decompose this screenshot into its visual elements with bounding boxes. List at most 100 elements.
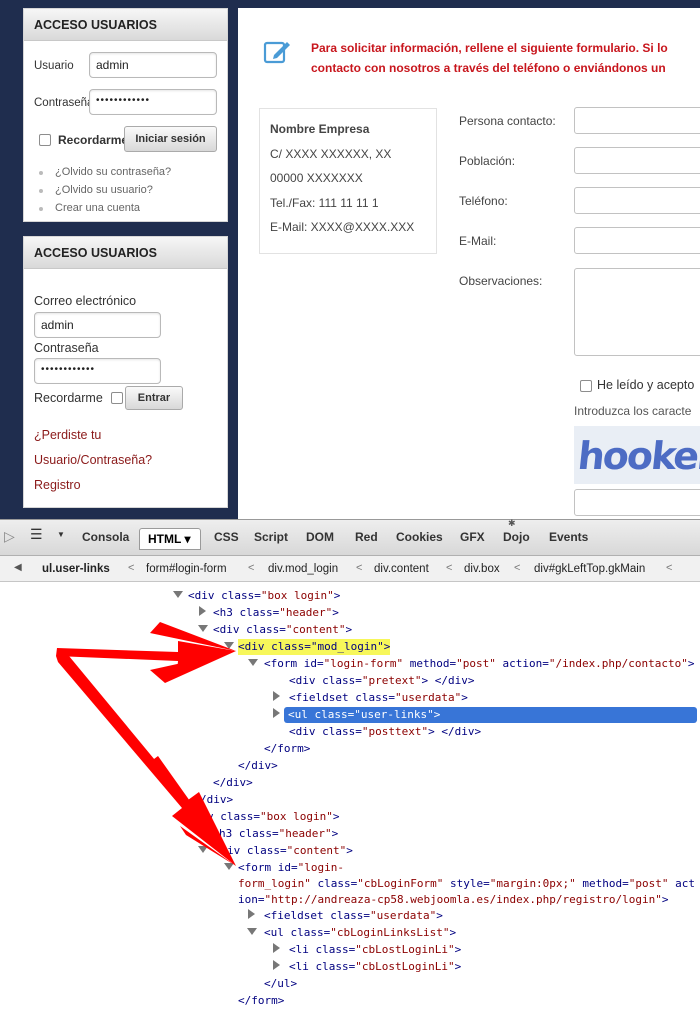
tree-node[interactable]: </form> [238, 993, 284, 1009]
tree-node[interactable]: v class="box login"> [207, 809, 339, 825]
tab-events[interactable]: Events [549, 530, 588, 544]
tree-node[interactable]: <li class="cbLostLoginLi"> [289, 942, 461, 958]
collapse-toggle-icon[interactable] [273, 708, 280, 718]
tab-html[interactable]: HTML ▾ [139, 528, 201, 550]
breadcrumb-separator: < [356, 562, 363, 574]
username-label: Usuario [34, 60, 74, 72]
collapse-toggle-icon[interactable] [273, 691, 280, 701]
drag-handle-icon[interactable]: ✱ [508, 518, 516, 529]
enter-button[interactable]: Entrar [125, 386, 183, 410]
tree-node[interactable]: </form> [264, 741, 310, 757]
tree-node[interactable]: /div> [200, 792, 233, 808]
company-name: Nombre Empresa [270, 122, 370, 136]
remember-checkbox-2[interactable] [111, 392, 123, 404]
login-box-1-header: ACCESO USUARIOS [24, 9, 227, 41]
company-email: E-Mail: XXXX@XXXX.XXX [270, 220, 415, 234]
captcha-text: hooker [575, 434, 700, 478]
tab-cookies[interactable]: Cookies [396, 530, 443, 544]
tab-script[interactable]: Script [254, 530, 288, 544]
inspect-icon[interactable]: ▷ [4, 528, 15, 545]
create-account-link[interactable]: Crear una cuenta [39, 202, 171, 220]
forgot-password-link[interactable]: ¿Olvido su contraseña? [39, 166, 171, 184]
expand-toggle-icon[interactable] [224, 642, 234, 649]
breadcrumb-item-ul[interactable]: ul.user-links [42, 563, 110, 575]
observations-textarea[interactable] [574, 268, 700, 356]
password-input-2[interactable]: •••••••••••• [34, 358, 161, 384]
tree-node[interactable]: </div> [238, 758, 278, 774]
email-input[interactable]: admin [34, 312, 161, 338]
tab-css[interactable]: CSS [214, 530, 239, 544]
expand-toggle-icon[interactable] [173, 591, 183, 598]
expand-toggle-icon[interactable] [248, 659, 258, 666]
remember-label: Recordarme [58, 133, 129, 147]
tree-node[interactable]: <ul class="cbLoginLinksList"> [264, 925, 456, 941]
tab-net[interactable]: Red [355, 530, 378, 544]
edit-icon [263, 41, 290, 64]
expand-toggle-icon[interactable] [224, 863, 234, 870]
login-button[interactable]: Iniciar sesión [124, 126, 217, 152]
tab-console[interactable]: Consola [82, 530, 129, 544]
breadcrumb-item-mod-login[interactable]: div.mod_login [268, 563, 338, 575]
contact-person-input[interactable] [574, 107, 700, 134]
city-input[interactable] [574, 147, 700, 174]
tab-dom[interactable]: DOM [306, 530, 334, 544]
phone-input[interactable] [574, 187, 700, 214]
phone-label: Teléfono: [459, 194, 508, 208]
login-form-node[interactable]: <form id="login-form" method="post" acti… [264, 656, 695, 672]
breadcrumb: ◀ ul.user-links < form#login-form < div.… [0, 556, 700, 582]
breadcrumb-separator: < [666, 562, 673, 574]
collapse-toggle-icon[interactable] [199, 606, 206, 616]
dropdown-arrow-icon[interactable]: ▼ [57, 530, 65, 539]
login-box-1: ACCESO USUARIOS Usuario admin Contraseña… [23, 8, 228, 222]
breadcrumb-item-gkmain[interactable]: div#gkLeftTop.gkMain [534, 563, 645, 575]
breadcrumb-item-box[interactable]: div.box [464, 563, 500, 575]
breadcrumb-item-content[interactable]: div.content [374, 563, 429, 575]
tree-node[interactable]: h3 class="header"> [219, 826, 338, 842]
captcha-label: Introduzca los caracte [574, 404, 692, 418]
captcha-input[interactable] [574, 489, 700, 516]
collapse-toggle-icon[interactable] [273, 960, 280, 970]
contact-panel: Para solicitar información, rellene el s… [238, 8, 700, 519]
expand-toggle-icon[interactable] [247, 928, 257, 935]
register-link[interactable]: Registro [34, 478, 81, 492]
company-address: C/ XXXX XXXXXX, XX [270, 146, 392, 161]
password-input[interactable]: •••••••••••• [89, 89, 217, 115]
email-field[interactable] [574, 227, 700, 254]
company-card: Nombre Empresa C/ XXXX XXXXXX, XX 00000 … [259, 108, 437, 254]
remember-checkbox[interactable] [39, 134, 51, 146]
cb-login-form-node[interactable]: <form id="login- [238, 860, 344, 876]
expand-toggle-icon[interactable] [198, 625, 208, 632]
accept-checkbox[interactable] [580, 380, 592, 392]
scroll-left-icon[interactable]: ◀ [14, 562, 22, 573]
tree-node[interactable]: <div class="content"> [213, 622, 352, 638]
cb-login-form-node-cont: form_login" class="cbLoginForm" style="m… [238, 877, 696, 890]
collapse-toggle-icon[interactable] [248, 909, 255, 919]
observations-label: Observaciones: [459, 274, 543, 288]
accept-label: He leído y acepto [597, 378, 695, 392]
tree-node[interactable]: <div class="box login"> [188, 588, 340, 604]
tree-node[interactable]: <div class="posttext"> </div> [289, 724, 481, 740]
tree-node[interactable]: </div> [213, 775, 253, 791]
user-links-node-selected[interactable]: <ul class="user-links"> [284, 707, 697, 723]
remember-label-2: Recordarme [34, 391, 103, 405]
tree-node[interactable]: <fieldset class="userdata"> [264, 908, 443, 924]
mod-login-node[interactable]: <div class="mod_login"> [238, 639, 391, 655]
captcha-image: hooker [574, 426, 700, 484]
firebug-toolbar: ▷ ☰ ▼ ✱ Consola HTML ▾ CSS Script DOM Re… [0, 518, 700, 556]
tree-node[interactable]: <fieldset class="userdata"> [289, 690, 468, 706]
expand-toggle-icon[interactable] [198, 846, 208, 853]
menu-icon[interactable]: ☰ [30, 526, 43, 543]
forgot-username-link[interactable]: ¿Olvido su usuario? [39, 184, 171, 202]
username-input[interactable]: admin [89, 52, 217, 78]
tab-gfx[interactable]: GFX [460, 530, 485, 544]
tree-node[interactable]: <div class="pretext"> </div> [289, 673, 474, 689]
tree-node[interactable]: <li class="cbLostLoginLi"> [289, 959, 461, 975]
collapse-toggle-icon[interactable] [273, 943, 280, 953]
tab-dojo[interactable]: Dojo [503, 530, 530, 544]
lost-login-link-line1[interactable]: ¿Perdiste tu [34, 428, 101, 442]
breadcrumb-item-form[interactable]: form#login-form [146, 563, 227, 575]
tree-node[interactable]: </ul> [264, 976, 297, 992]
tree-node[interactable]: iv class="content"> [227, 843, 353, 859]
lost-login-link-line2[interactable]: Usuario/Contraseña? [34, 453, 152, 467]
tree-node[interactable]: <h3 class="header"> [213, 605, 339, 621]
